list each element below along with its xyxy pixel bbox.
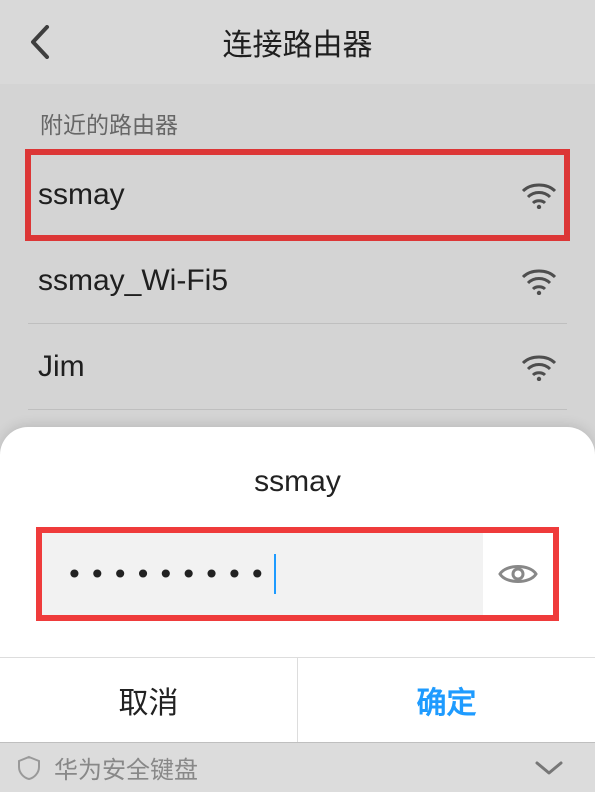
wifi-icon	[521, 181, 557, 209]
password-field-wrap: •••••••••	[36, 527, 559, 621]
ime-collapse-button[interactable]	[519, 759, 579, 777]
wifi-row-ssmay[interactable]: ssmay	[28, 152, 567, 238]
wifi-row-jim[interactable]: Jim	[28, 324, 567, 410]
wifi-row-ssmay-wifi5[interactable]: ssmay_Wi-Fi5	[28, 238, 567, 324]
confirm-button[interactable]: 确定	[297, 658, 595, 742]
dialog-actions: 取消 确定	[0, 657, 595, 742]
wifi-name: ssmay	[38, 178, 125, 212]
wifi-list: ssmay ssmay_Wi-Fi5 Jim	[0, 152, 595, 410]
ime-bar: 华为安全键盘	[0, 742, 595, 792]
password-input[interactable]: •••••••••	[42, 533, 483, 615]
eye-icon	[498, 560, 538, 588]
toggle-password-visibility[interactable]	[483, 533, 553, 615]
shield-icon	[16, 755, 42, 781]
back-button[interactable]	[20, 22, 60, 62]
password-dialog: ssmay ••••••••• 取消 确定	[0, 427, 595, 742]
wifi-name: Jim	[38, 350, 85, 384]
chevron-left-icon	[29, 25, 51, 59]
password-mask: •••••••••	[66, 558, 272, 591]
dialog-title: ssmay	[0, 427, 595, 527]
cancel-button[interactable]: 取消	[0, 658, 297, 742]
page-title: 连接路由器	[223, 20, 373, 64]
wifi-name: ssmay_Wi-Fi5	[38, 264, 228, 298]
text-cursor	[274, 554, 276, 594]
chevron-down-icon	[534, 759, 564, 777]
section-label: 附近的路由器	[0, 84, 595, 152]
wifi-icon	[521, 353, 557, 381]
ime-label: 华为安全键盘	[54, 750, 198, 785]
wifi-icon	[521, 267, 557, 295]
header: 连接路由器	[0, 0, 595, 84]
